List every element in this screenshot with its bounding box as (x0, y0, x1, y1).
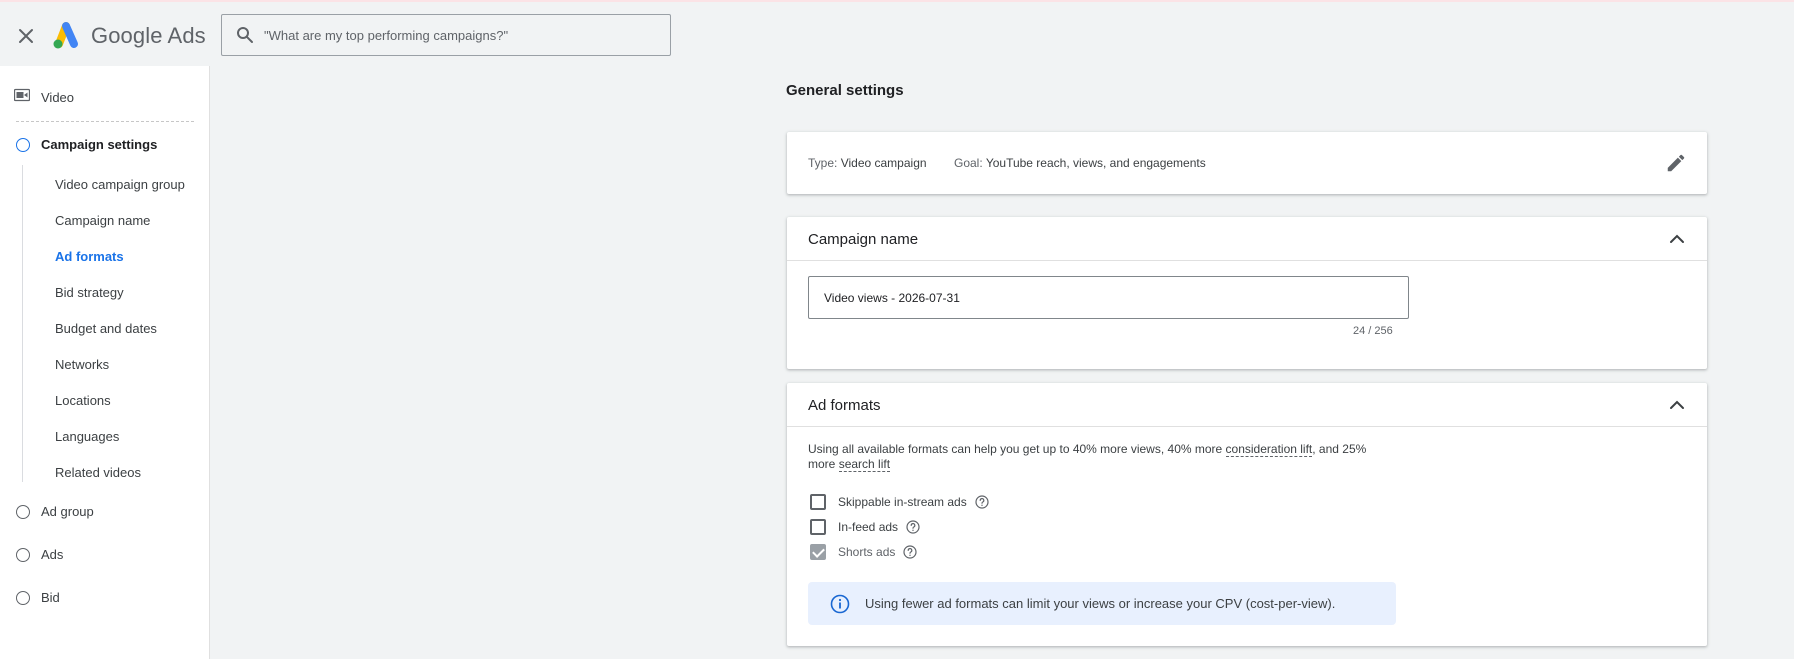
sub-steps-rail (22, 165, 23, 482)
close-icon[interactable] (14, 24, 38, 48)
option-label: In-feed ads (838, 520, 899, 534)
info-message: Using fewer ad formats can limit your vi… (865, 596, 1336, 611)
search-lift-link[interactable]: search lift (838, 457, 891, 472)
step-circle-icon (16, 137, 30, 152)
type-value: Video campaign (840, 156, 927, 170)
sub-step-bid-strategy[interactable]: Bid strategy (55, 285, 124, 300)
help-icon[interactable] (975, 495, 989, 509)
step-bid[interactable]: Bid (16, 590, 60, 605)
page-title: General settings (786, 82, 904, 99)
step-circle-icon (16, 547, 30, 562)
help-icon[interactable] (903, 545, 917, 559)
sub-step-budget-and-dates[interactable]: Budget and dates (55, 321, 157, 336)
step-label: Bid (41, 590, 60, 605)
step-label: Ads (41, 547, 64, 562)
edit-pencil-icon[interactable] (1665, 152, 1687, 174)
google-ads-logo-icon (50, 20, 82, 50)
option-label: Shorts ads (838, 545, 896, 559)
info-icon (830, 594, 850, 614)
in-feed-checkbox[interactable] (810, 519, 826, 535)
brand-name: Google Ads (91, 23, 206, 48)
step-ads[interactable]: Ads (16, 547, 63, 562)
consideration-lift-link[interactable]: consideration lift (1225, 442, 1313, 457)
sub-step-video-campaign-group[interactable]: Video campaign group (55, 177, 185, 192)
goal-key: Goal: (954, 156, 983, 170)
sidebar-item-label: Video (41, 90, 75, 105)
option-label: Skippable in-stream ads (838, 495, 967, 509)
app-header: Google Ads (0, 2, 1794, 66)
campaign-goal: Goal: YouTube reach, views, and engageme… (954, 156, 1206, 170)
ad-formats-card: Ad formats Using all available formats c… (787, 383, 1707, 646)
chevron-up-icon[interactable] (1667, 229, 1687, 249)
campaign-name-header[interactable]: Campaign name (787, 217, 1707, 261)
search-input[interactable] (264, 27, 664, 43)
goal-value: YouTube reach, views, and engagements (985, 156, 1206, 170)
ad-formats-description: Using all available formats can help you… (808, 442, 1388, 472)
campaign-name-card: Campaign name 24 / 256 (787, 217, 1707, 369)
sub-step-languages[interactable]: Languages (55, 429, 119, 444)
sub-step-locations[interactable]: Locations (55, 393, 111, 408)
sub-step-campaign-name[interactable]: Campaign name (55, 213, 150, 228)
card-title: Campaign name (808, 231, 919, 248)
chevron-up-icon[interactable] (1667, 395, 1687, 415)
sidebar: Video Campaign settings Video campaign g… (0, 66, 210, 659)
option-skippable-in-stream: Skippable in-stream ads (810, 494, 989, 510)
info-banner: Using fewer ad formats can limit your vi… (808, 582, 1396, 625)
step-label: Campaign settings (41, 137, 158, 152)
help-icon[interactable] (906, 520, 920, 534)
char-count: 24 / 256 (1353, 325, 1393, 337)
option-shorts: Shorts ads (810, 544, 917, 560)
campaign-type: Type: Video campaign (808, 156, 927, 170)
option-in-feed: In-feed ads (810, 519, 920, 535)
sidebar-item-video[interactable]: Video (13, 88, 75, 107)
campaign-name-field[interactable] (808, 276, 1409, 319)
step-circle-icon (16, 504, 30, 519)
sub-step-ad-formats[interactable]: Ad formats (55, 249, 124, 264)
step-campaign-settings[interactable]: Campaign settings (16, 137, 157, 152)
step-label: Ad group (41, 504, 94, 519)
campaign-name-input[interactable] (809, 290, 1408, 305)
type-key: Type: (808, 156, 838, 170)
card-title: Ad formats (808, 397, 881, 414)
sub-step-related-videos[interactable]: Related videos (55, 465, 141, 480)
skippable-in-stream-checkbox[interactable] (810, 494, 826, 510)
sub-step-networks[interactable]: Networks (55, 357, 109, 372)
campaign-type-card: Type: Video campaign Goal: YouTube reach… (787, 132, 1707, 194)
ad-formats-header[interactable]: Ad formats (787, 383, 1707, 427)
sidebar-divider (16, 121, 194, 122)
search-icon (236, 26, 254, 44)
search-bar[interactable] (221, 14, 671, 56)
shorts-checkbox[interactable] (810, 544, 826, 560)
step-ad-group[interactable]: Ad group (16, 504, 94, 519)
video-camera-icon (13, 88, 31, 107)
step-circle-icon (16, 590, 30, 605)
desc-text: Using all available formats can help you… (808, 442, 1226, 456)
